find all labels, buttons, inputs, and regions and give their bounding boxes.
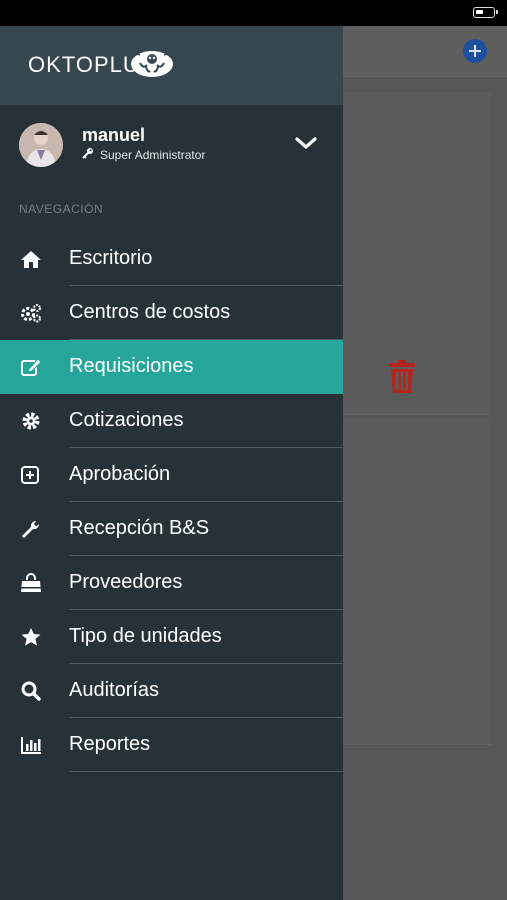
nav-item-label: Auditorías (69, 679, 160, 701)
nav-item-recepcion[interactable]: Recepción B&S (0, 502, 343, 556)
plus-square-icon (21, 466, 39, 484)
wrench-icon (22, 520, 40, 538)
battery-icon (473, 7, 498, 18)
nav-item-tipo-de-unidades[interactable]: Tipo de unidades (0, 610, 343, 664)
nav-item-escritorio[interactable]: Escritorio (0, 232, 343, 286)
user-name: manuel (82, 125, 146, 145)
gears-icon (21, 304, 41, 323)
nav-item-centros-de-costos[interactable]: Centros de costos (0, 286, 343, 340)
nav-item-requisiciones[interactable]: Requisiciones (0, 340, 343, 394)
search-icon (21, 681, 41, 701)
nav-item-label: Tipo de unidades (69, 625, 222, 647)
section-label: NAVEGACIÓN (19, 202, 104, 216)
chevron-down-icon[interactable] (294, 135, 318, 151)
nav-item-label: Proveedores (69, 571, 183, 593)
user-profile[interactable]: manuel Super Administrator (0, 105, 343, 189)
nav-item-reportes[interactable]: Reportes (0, 718, 343, 772)
avatar (19, 123, 63, 167)
nav-item-label: Reportes (69, 733, 151, 755)
shopping-bag-icon (21, 573, 41, 592)
star-icon (21, 628, 41, 646)
gear-icon (22, 412, 40, 430)
divider (69, 771, 343, 772)
nav-item-cotizaciones[interactable]: Cotizaciones (0, 394, 343, 448)
status-bar-left (0, 0, 343, 26)
nav-item-auditorias[interactable]: Auditorías (0, 664, 343, 718)
nav-item-label: Cotizaciones (69, 409, 184, 431)
background-card (343, 418, 491, 745)
bar-chart-icon (21, 737, 41, 754)
nav-item-aprobacion[interactable]: Aprobación (0, 448, 343, 502)
nav-item-proveedores[interactable]: Proveedores (0, 556, 343, 610)
nav-menu: Escritorio Centros de costos Requisicion… (0, 232, 343, 772)
octopus-logo-icon (131, 51, 173, 77)
edit-icon (21, 358, 42, 376)
nav-item-label: Requisiciones (69, 355, 194, 377)
nav-item-label: Aprobación (69, 463, 171, 485)
key-icon (82, 148, 93, 159)
nav-item-label: Centros de costos (69, 301, 231, 323)
background-card (343, 92, 491, 415)
add-icon[interactable] (463, 39, 487, 63)
home-icon (21, 251, 41, 268)
nav-item-label: Recepción B&S (69, 517, 210, 539)
navigation-drawer: OKTOPLUS manuel Super Administrator NAVE… (0, 0, 343, 900)
nav-item-label: Escritorio (69, 247, 153, 269)
user-role: Super Administrator (100, 148, 206, 162)
trash-icon[interactable] (388, 360, 416, 394)
